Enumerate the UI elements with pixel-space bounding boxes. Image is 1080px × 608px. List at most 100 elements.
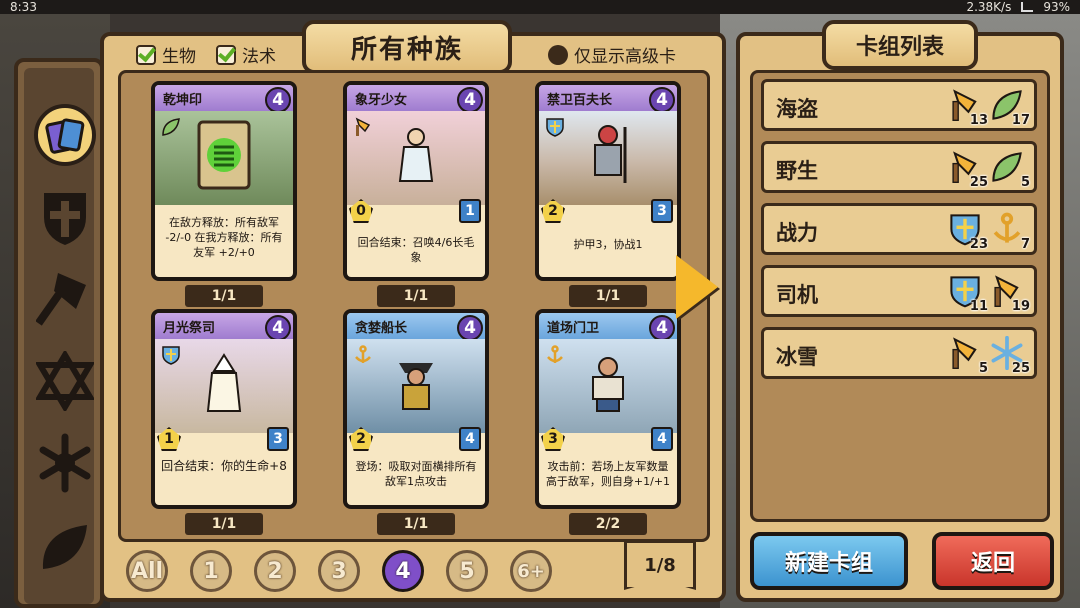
card-item[interactable]: 道场门卫 4 3 4 攻击前：若场上友军数量高于敌军，则自身+1/+1 2/2 (535, 309, 681, 535)
race-snow-button[interactable] (34, 432, 96, 494)
card-item[interactable]: 禁卫百夫长 4 2 3 护甲3，协战1 1/1 (535, 81, 681, 307)
page-button-2[interactable]: 2 (254, 550, 296, 592)
leaf-icon: 17 (990, 88, 1030, 128)
card-count: 1/1 (185, 513, 263, 535)
card-cost: 4 (457, 315, 483, 341)
hexagram-icon (36, 351, 94, 411)
deck-race-count: 5 (978, 361, 988, 376)
maiden-figure-icon (398, 128, 434, 182)
back-button[interactable]: 返回 (932, 532, 1054, 590)
page-button-6plus[interactable]: 6+ (510, 550, 552, 592)
deck-race-count: 13 (969, 113, 988, 128)
deck-race-count: 7 (1020, 237, 1030, 252)
deck-race-icons: 13 17 (948, 88, 1030, 128)
leaf-icon (162, 118, 180, 136)
card-grid: 乾坤印 4 在敌方释放：所有敌军 -2/-0 在我方释放：所有友军 +2/+0 … (118, 70, 710, 542)
card-health: 3 (267, 427, 289, 451)
checkbox-icon[interactable] (136, 44, 156, 65)
anchor-icon (547, 345, 563, 363)
deck-race-count: 5 (1020, 175, 1030, 190)
leaf-icon (42, 525, 87, 569)
new-deck-button[interactable]: 新建卡组 (750, 532, 908, 590)
deck-race-count: 25 (1011, 361, 1030, 376)
card-text: 登场：吸取对面横排所有敌军1点攻击 (355, 460, 477, 488)
card-item[interactable]: 乾坤印 4 在敌方释放：所有敌军 -2/-0 在我方释放：所有友军 +2/+0 … (151, 81, 297, 307)
deck-list-panel: 卡组列表 海盗 13 17 野生 25 5 战力 23 7 司机 11 19 冰… (736, 20, 1064, 602)
race-shield-button[interactable] (34, 186, 96, 248)
page-button-3[interactable]: 3 (318, 550, 360, 592)
card-cost: 4 (265, 315, 291, 341)
page-button-1[interactable]: 1 (190, 550, 232, 592)
filter-spells[interactable]: 法术 (216, 42, 276, 67)
card-cost: 4 (649, 315, 675, 341)
deck-race-count: 23 (969, 237, 988, 252)
deck-name: 战力 (776, 221, 818, 245)
card-item[interactable]: 月光祭司 4 1 3 回合结束：你的生命+8 1/1 (151, 309, 297, 535)
radio-icon[interactable] (548, 44, 568, 65)
card-collection-panel: 生物 法术 所有种族 仅显示高级卡 乾坤印 4 在敌方释放：所有敌军 -2/-0… (100, 20, 726, 602)
deck-name: 司机 (776, 283, 818, 307)
filter-label: 法术 (242, 47, 276, 67)
deck-race-count: 25 (969, 175, 988, 190)
deck-row[interactable]: 野生 25 5 (761, 141, 1037, 193)
card-cost: 4 (265, 87, 291, 113)
card-text: 攻击前：若场上友军数量高于敌军，则自身+1/+1 (545, 460, 671, 488)
deck-row[interactable]: 战力 23 7 (761, 203, 1037, 255)
anchor-icon: 7 (990, 212, 1030, 252)
page-button-5[interactable]: 5 (446, 550, 488, 592)
card-item[interactable]: 贪婪船长 4 2 4 登场：吸取对面横排所有敌军1点攻击 1/1 (343, 309, 489, 535)
deck-race-count: 11 (969, 299, 988, 314)
deck-row[interactable]: 司机 11 19 (761, 265, 1037, 317)
card-face: 贪婪船长 4 2 4 登场：吸取对面横排所有敌军1点攻击 (343, 309, 489, 509)
status-right: 2.38K/s 93% (966, 0, 1070, 14)
card-cost: 4 (457, 87, 483, 113)
page-selector: All 1 2 3 4 5 6+ (126, 550, 552, 592)
axe-icon: 13 (948, 88, 988, 128)
sidebar-inner (24, 68, 96, 604)
deck-name: 海盗 (776, 97, 818, 121)
shield-icon (162, 346, 180, 365)
deck-row[interactable]: 海盗 13 17 (761, 79, 1037, 131)
battery-level: 93% (1043, 0, 1070, 14)
all-races-button[interactable] (34, 104, 96, 166)
leaf-icon: 5 (990, 150, 1030, 190)
shield-icon (44, 193, 86, 245)
anchor-icon (355, 345, 371, 363)
axe-icon: 5 (948, 336, 988, 376)
shield-icon (546, 118, 564, 137)
deck-row[interactable]: 冰雪 5 25 (761, 327, 1037, 379)
priest-figure-icon (206, 353, 242, 412)
filter-label: 生物 (162, 47, 196, 67)
centurion-figure-icon (594, 125, 627, 183)
shield-icon: 23 (948, 212, 988, 252)
deck-list-title: 卡组列表 (822, 20, 978, 70)
card-count: 1/1 (377, 285, 455, 307)
filter-creatures[interactable]: 生物 (136, 42, 196, 67)
guard-figure-icon (592, 357, 624, 412)
deck-list: 海盗 13 17 野生 25 5 战力 23 7 司机 11 19 冰雪 5 2… (750, 70, 1050, 522)
card-item[interactable]: 象牙少女 4 0 1 回合结束：召唤4/6长毛象 1/1 (343, 81, 489, 307)
filter-advanced-only[interactable]: 仅显示高级卡 (548, 42, 676, 67)
next-page-arrow-icon[interactable] (676, 255, 718, 319)
card-face: 乾坤印 4 在敌方释放：所有敌军 -2/-0 在我方释放：所有友军 +2/+0 (151, 81, 297, 281)
race-nature-button[interactable] (34, 514, 96, 576)
card-text: 在敌方释放：所有敌军 -2/-0 在我方释放：所有友军 +2/+0 (165, 216, 283, 259)
race-axe-button[interactable] (34, 268, 96, 330)
race-star-button[interactable] (34, 350, 96, 412)
card-health: 4 (459, 427, 481, 451)
card-health: 1 (459, 199, 481, 223)
card-count: 1/1 (377, 513, 455, 535)
filter-label: 仅显示高级卡 (574, 47, 676, 67)
scroll-icon (197, 120, 251, 190)
axe-icon: 25 (948, 150, 988, 190)
checkbox-icon[interactable] (216, 44, 236, 65)
page-button-4[interactable]: 4 (382, 550, 424, 592)
snowflake-icon (39, 433, 91, 493)
axe-icon (355, 117, 371, 136)
deck-race-icons: 11 19 (948, 274, 1030, 314)
page-indicator: 1/8 (624, 540, 696, 590)
race-sidebar (14, 58, 104, 608)
card-count: 2/2 (569, 513, 647, 535)
page-button-all[interactable]: All (126, 550, 168, 592)
deck-race-count: 17 (1011, 113, 1030, 128)
